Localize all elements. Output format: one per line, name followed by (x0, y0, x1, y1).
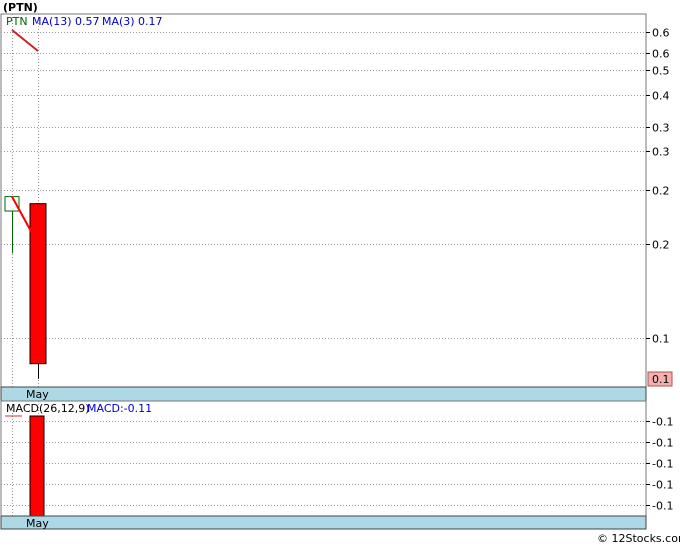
macd-y-tick-label: -0.1 (652, 416, 673, 429)
stock-chart: 0.6 0.6 0.5 0.4 0.3 0.3 0.2 0.2 0.1 (PTN) PTN MA… (0, 1, 680, 545)
last-price-label: 0.1 (652, 373, 670, 386)
macd-title: MACD(26,12,9) (6, 402, 90, 415)
chart-title: (PTN) (3, 1, 38, 14)
macd-y-tick-label: -0.1 (652, 500, 673, 513)
candle-body (29, 203, 47, 365)
macd-y-tick-label: -0.1 (652, 437, 673, 450)
macd-y-axis: -0.1 -0.1 -0.1 -0.1 -0.1 (646, 416, 673, 513)
macd-panel (0, 400, 647, 517)
legend-symbol: PTN (6, 15, 28, 28)
price-y-tick-label: 0.5 (652, 65, 670, 78)
price-y-axis: 0.6 0.6 0.5 0.4 0.3 0.3 0.2 0.2 0.1 (646, 27, 670, 346)
price-y-tick-label: 0.6 (652, 48, 670, 61)
price-y-tick-label: 0.2 (652, 239, 670, 252)
price-y-tick-label: 0.3 (652, 146, 670, 159)
price-y-tick-label: 0.6 (652, 27, 670, 40)
footer-credit: © 12Stocks.com (597, 532, 680, 545)
macd-marks (29, 415, 45, 517)
price-x-label-may: May (26, 388, 49, 401)
legend-ma13-value: 0.57 (75, 15, 100, 28)
price-y-tick-label: 0.4 (652, 90, 670, 103)
macd-value-label: MACD:-0.11 (87, 402, 152, 415)
legend-ma3-label: MA(3) (102, 15, 135, 28)
macd-bar (29, 415, 45, 517)
macd-y-tick-label: -0.1 (652, 479, 673, 492)
macd-x-axis-band (0, 515, 647, 530)
price-y-tick-label: 0.2 (652, 185, 670, 198)
price-panel (0, 13, 647, 388)
price-y-tick-label: 0.1 (652, 333, 670, 346)
macd-x-label-may: May (26, 517, 49, 530)
legend-ma3-value: 0.17 (138, 15, 163, 28)
price-x-axis-band (0, 386, 647, 402)
price-y-tick-label: 0.3 (652, 122, 670, 135)
macd-y-tick-label: -0.1 (652, 458, 673, 471)
legend-ma13-label: MA(13) (32, 15, 72, 28)
